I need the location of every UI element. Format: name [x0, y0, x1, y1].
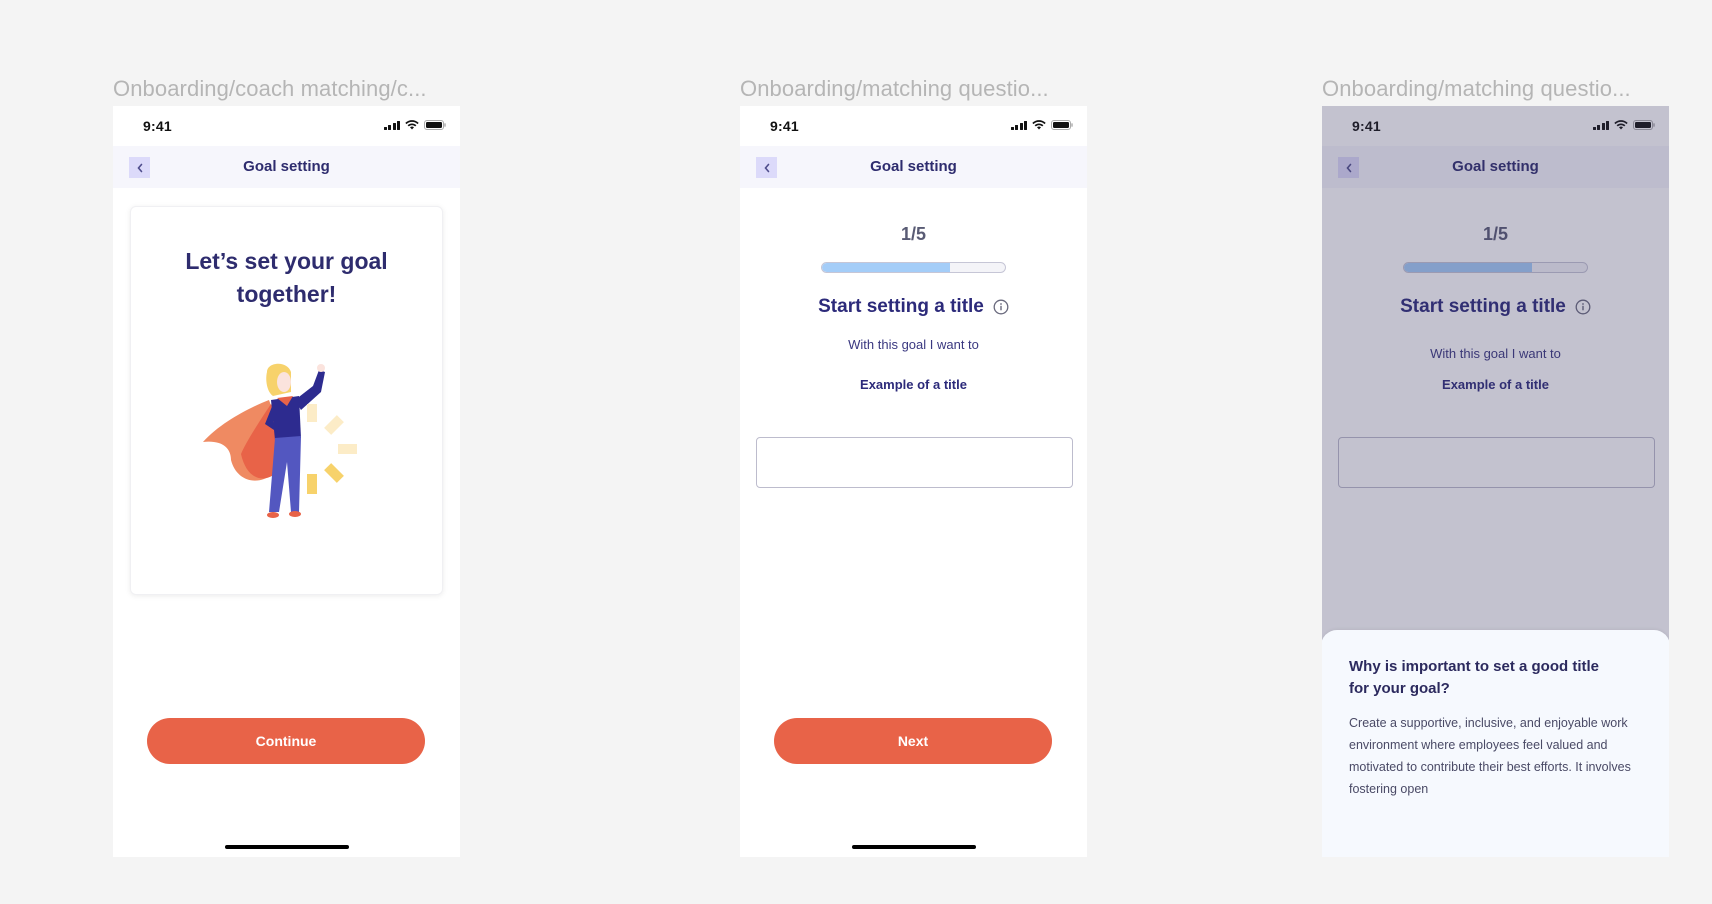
- continue-button[interactable]: Continue: [147, 718, 425, 764]
- nav-title: Goal setting: [1452, 158, 1539, 175]
- sparkle-ray: [307, 474, 317, 494]
- nav-title: Goal setting: [870, 158, 957, 175]
- status-icons: [1592, 120, 1656, 130]
- sparkle-ray: [324, 463, 344, 483]
- info-bottom-sheet: Why is important to set a good title for…: [1322, 630, 1669, 857]
- progress-bar: [821, 262, 1006, 273]
- nav-bar: Goal setting: [1322, 146, 1669, 188]
- example-title: Example of a title: [860, 377, 967, 392]
- phone-frame-intro: 9:41 Goal setting Let’s set your goal to…: [113, 106, 460, 857]
- example-title: Example of a title: [1442, 377, 1549, 392]
- info-icon[interactable]: [1575, 299, 1591, 315]
- phone-frame-info-sheet: 9:41 Goal setting 1/5 Start setting a ti…: [1322, 106, 1669, 857]
- home-indicator: [225, 845, 349, 849]
- cellular-signal-icon: [1010, 120, 1027, 130]
- progress-fill: [822, 263, 951, 272]
- sheet-body: Create a supportive, inclusive, and enjo…: [1349, 716, 1631, 796]
- nav-title: Goal setting: [243, 158, 330, 175]
- question-title: Start setting a title: [740, 296, 1087, 318]
- status-icons: [383, 120, 447, 130]
- nav-bar: Goal setting: [113, 146, 460, 188]
- next-button[interactable]: Next: [774, 718, 1052, 764]
- goal-title-input[interactable]: [756, 437, 1073, 488]
- wifi-icon: [1614, 120, 1628, 130]
- cellular-signal-icon: [1592, 120, 1609, 130]
- question-subtitle: With this goal I want to: [848, 337, 979, 352]
- home-indicator: [852, 845, 976, 849]
- superhero-illustration: [203, 363, 357, 518]
- frame-label: Onboarding/matching questio...: [740, 76, 1049, 101]
- frame-label: Onboarding/matching questio...: [1322, 76, 1631, 101]
- step-counter: 1/5: [1482, 224, 1509, 244]
- battery-icon: [424, 120, 446, 130]
- question-title-text: Start setting a title: [1400, 296, 1566, 317]
- face: [277, 372, 291, 392]
- status-icons: [1010, 120, 1074, 130]
- status-time: 9:41: [770, 118, 799, 134]
- intro-title: Let’s set your goal together!: [185, 248, 388, 307]
- battery-icon: [1633, 120, 1655, 130]
- status-bar: 9:41: [113, 106, 460, 146]
- battery-icon: [1051, 120, 1073, 130]
- sheet-title: Why is important to set a good title for…: [1349, 658, 1600, 697]
- cellular-signal-icon: [383, 120, 400, 130]
- phone-frame-question: 9:41 Goal setting 1/5 Start setting a ti…: [740, 106, 1087, 857]
- fist: [317, 364, 325, 372]
- wifi-icon: [405, 120, 419, 130]
- question-title: Start setting a title: [1322, 296, 1669, 318]
- wifi-icon: [1032, 120, 1046, 130]
- step-counter: 1/5: [900, 224, 927, 244]
- question-subtitle: With this goal I want to: [1430, 346, 1561, 361]
- status-bar: 9:41: [740, 106, 1087, 146]
- sparkle-ray: [307, 404, 317, 422]
- shoe-right: [289, 511, 301, 517]
- sparkle-ray: [324, 415, 344, 435]
- goal-title-input[interactable]: [1338, 437, 1655, 488]
- intro-card: Let’s set your goal together!: [130, 206, 443, 595]
- sparkle-ray: [338, 444, 357, 454]
- info-icon[interactable]: [993, 299, 1009, 315]
- shoe-left: [267, 512, 279, 518]
- status-bar: 9:41: [1322, 106, 1669, 146]
- status-time: 9:41: [143, 118, 172, 134]
- progress-fill: [1404, 263, 1533, 272]
- question-title-text: Start setting a title: [818, 296, 984, 317]
- progress-bar: [1403, 262, 1588, 273]
- nav-bar: Goal setting: [740, 146, 1087, 188]
- frame-label: Onboarding/coach matching/c...: [113, 76, 427, 101]
- status-time: 9:41: [1352, 118, 1381, 134]
